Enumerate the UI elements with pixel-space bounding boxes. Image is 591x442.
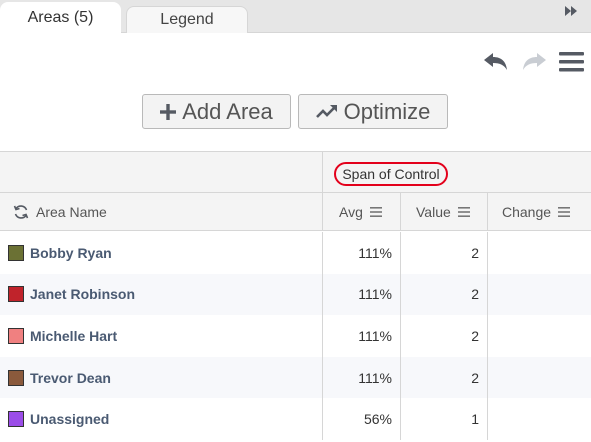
avg-cell: 111% <box>322 315 400 357</box>
optimize-button[interactable]: Optimize <box>298 94 448 129</box>
column-header-avg[interactable]: Avg <box>322 193 400 231</box>
table-row[interactable]: Michelle Hart 111% 2 <box>0 315 591 357</box>
collapse-panel-icon[interactable] <box>563 4 579 18</box>
value-cell: 1 <box>400 398 487 440</box>
color-swatch <box>8 411 24 428</box>
tab-areas[interactable]: Areas (5) <box>0 2 121 34</box>
color-swatch <box>8 327 24 344</box>
area-name-cell[interactable]: Janet Robinson <box>8 274 135 316</box>
table-row[interactable]: Unassigned 56% 1 <box>0 398 591 440</box>
value-cell: 2 <box>400 273 487 316</box>
column-header-value[interactable]: Value <box>400 193 487 231</box>
tab-bar: Areas (5) Legend <box>0 0 591 34</box>
column-menu-icon[interactable] <box>369 207 382 217</box>
change-cell <box>487 232 591 274</box>
change-cell <box>487 398 591 440</box>
area-name-cell[interactable]: Bobby Ryan <box>8 232 112 274</box>
change-cell <box>487 356 591 399</box>
avg-cell: 111% <box>322 232 400 274</box>
optimize-label: Optimize <box>343 98 431 124</box>
group-header-label: Span of Control <box>342 166 440 182</box>
area-name: Janet Robinson <box>30 286 136 303</box>
areas-table: Span of Control Area Name Avg Value Chan… <box>0 151 591 442</box>
table-row[interactable]: Trevor Dean 111% 2 <box>0 356 591 399</box>
area-name: Unassigned <box>30 411 110 428</box>
tab-legend[interactable]: Legend <box>126 6 248 33</box>
tab-areas-label: Areas (5) <box>27 9 94 26</box>
add-area-button[interactable]: Add Area <box>142 94 291 129</box>
change-header-label: Change <box>502 204 552 220</box>
column-header-change[interactable]: Change <box>487 193 591 231</box>
trending-up-icon <box>315 104 337 118</box>
change-cell <box>487 273 591 316</box>
column-divider <box>322 152 323 193</box>
color-swatch <box>8 369 24 386</box>
area-name-cell[interactable]: Michelle Hart <box>8 315 117 357</box>
value-header-label: Value <box>416 204 451 220</box>
plus-icon <box>160 103 177 120</box>
tab-legend-label: Legend <box>160 11 214 28</box>
change-cell <box>487 315 591 357</box>
column-menu-icon[interactable] <box>558 207 571 217</box>
area-name-cell[interactable]: Unassigned <box>8 398 109 440</box>
color-swatch <box>8 286 24 303</box>
color-swatch <box>8 244 24 261</box>
value-cell: 2 <box>400 232 487 274</box>
avg-cell: 111% <box>322 273 400 316</box>
undo-icon[interactable] <box>482 51 510 73</box>
add-area-label: Add Area <box>182 98 273 124</box>
avg-cell: 111% <box>322 356 400 399</box>
column-header-row: Area Name Avg Value Change <box>0 193 591 231</box>
table-row[interactable]: Bobby Ryan 111% 2 <box>0 232 591 274</box>
area-name-cell[interactable]: Trevor Dean <box>8 357 111 399</box>
table-row[interactable]: Janet Robinson 111% 2 <box>0 273 591 316</box>
refresh-icon[interactable] <box>13 204 29 220</box>
group-header-row: Span of Control <box>0 152 591 193</box>
value-cell: 2 <box>400 356 487 399</box>
area-name: Trevor Dean <box>30 369 111 386</box>
area-name-header-label: Area Name <box>36 204 107 220</box>
area-name: Michelle Hart <box>30 327 118 344</box>
avg-cell: 56% <box>322 398 400 440</box>
table-body: Bobby Ryan 111% 2 Janet Robinson 111% 2 … <box>0 232 591 440</box>
hamburger-menu-icon[interactable] <box>558 50 585 74</box>
area-name: Bobby Ryan <box>30 244 112 261</box>
avg-header-label: Avg <box>339 204 363 220</box>
column-menu-icon[interactable] <box>457 207 470 217</box>
value-cell: 2 <box>400 315 487 357</box>
redo-icon[interactable] <box>520 51 548 73</box>
column-header-area-name[interactable]: Area Name <box>13 193 107 231</box>
span-of-control-group-header[interactable]: Span of Control <box>334 162 448 186</box>
